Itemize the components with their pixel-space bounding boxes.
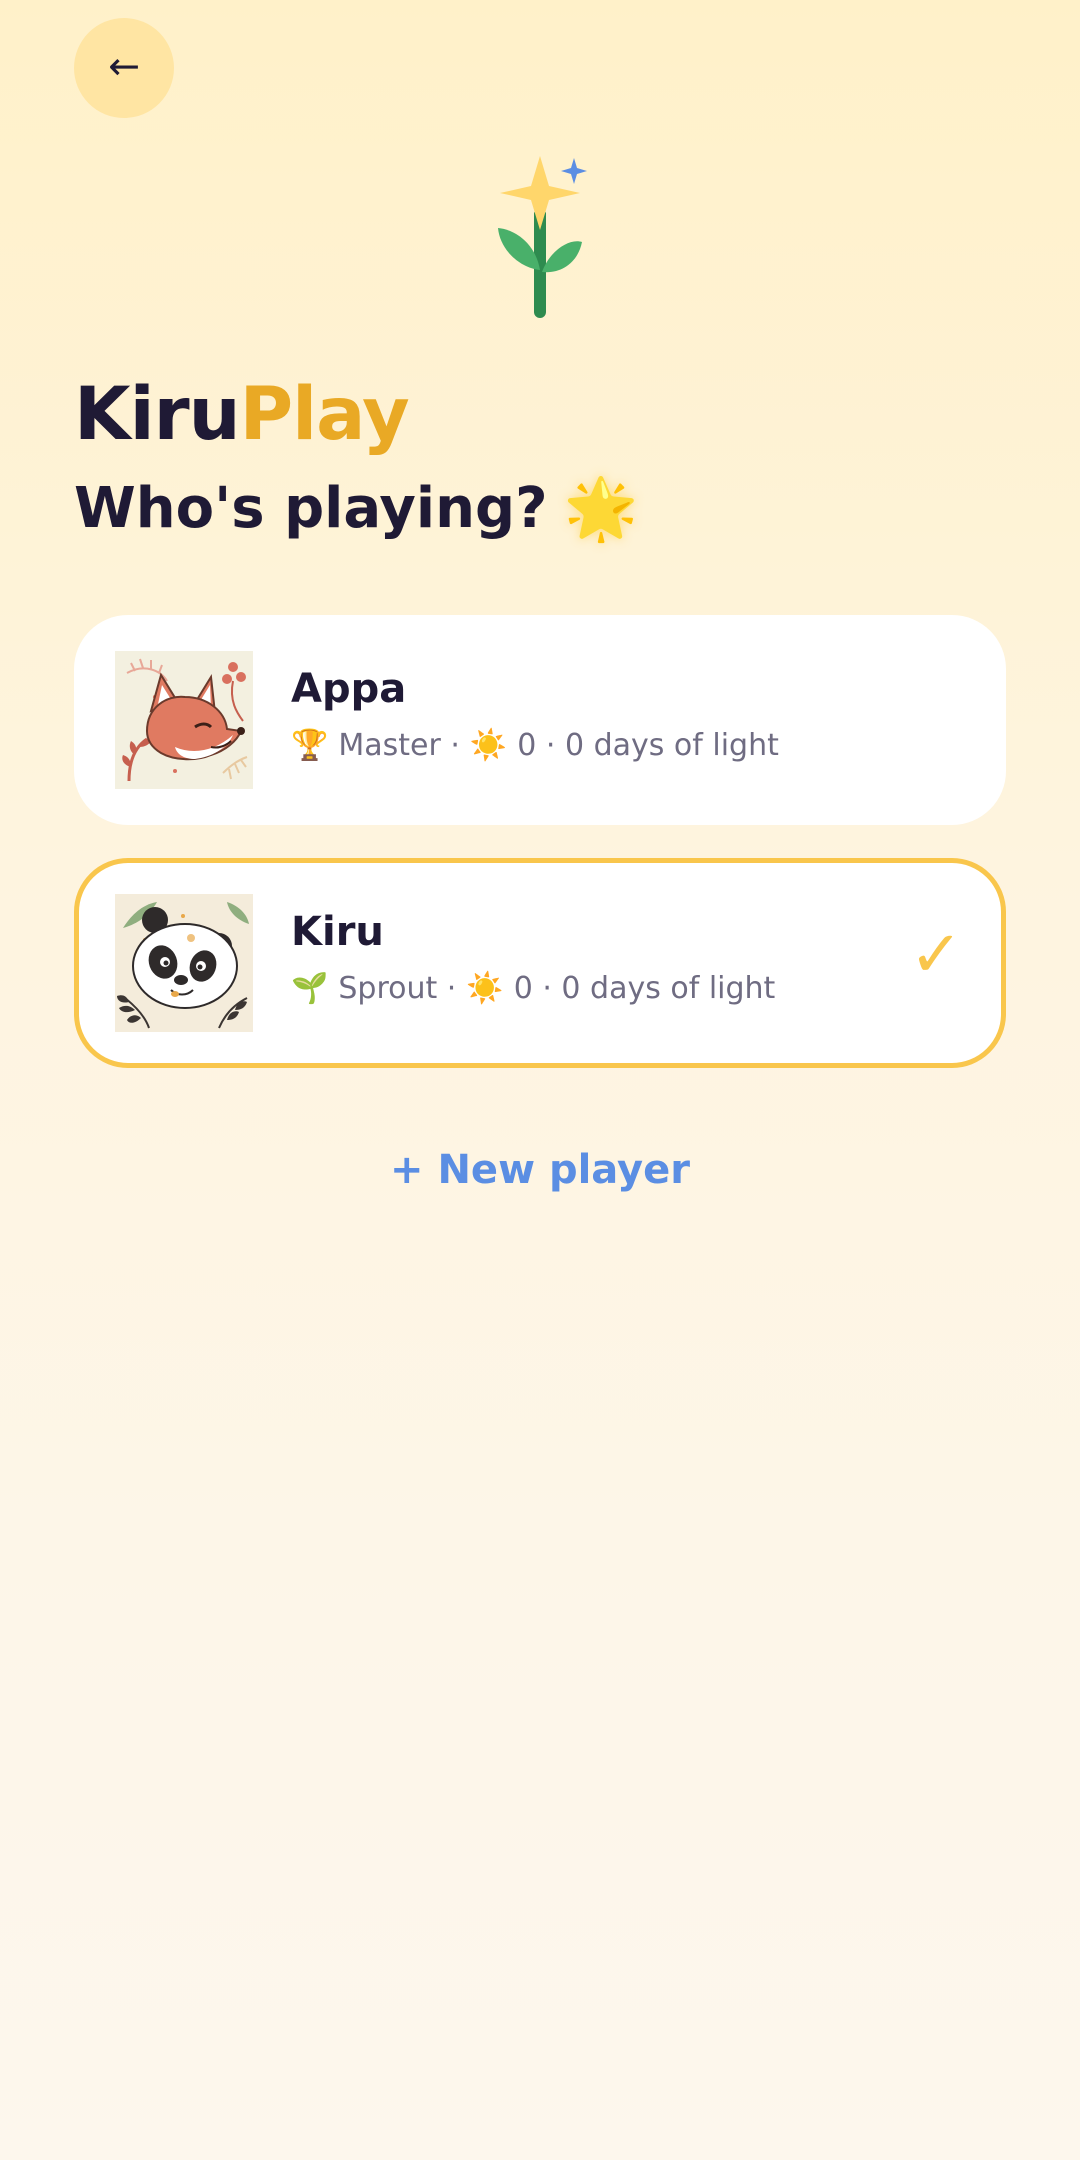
sun-icon: ☀️ [469,728,508,763]
player-suns: 0 [513,971,533,1006]
player-stats: 🌱 Sprout · ☀️ 0 · 0 days of light [291,971,775,1007]
player-rank: Sprout [338,971,438,1006]
separator-dot: · [536,728,565,763]
player-card-kiru[interactable]: Kiru 🌱 Sprout · ☀️ 0 · 0 days of light ✓ [74,858,1006,1068]
separator-dot: · [440,728,460,763]
page-heading: Who's playing? 🌟 [74,478,638,540]
app-title: KiruPlay [74,378,410,451]
trophy-icon: 🏆 [291,728,329,763]
player-name: Appa [291,666,407,712]
star-flower-icon [498,156,587,318]
sun-icon: ☀️ [466,971,504,1006]
page-heading-text: Who's playing? [74,476,548,541]
player-stats: 🏆 Master · ☀️ 0 · 0 days of light [291,728,779,764]
app-title-part-b: Play [239,372,410,457]
new-player-button[interactable]: + New player [0,1146,1080,1194]
app-title-part-a: Kiru [74,372,241,457]
selected-check-icon: ✓ [909,918,963,992]
sprout-icon: 🌱 [291,971,329,1006]
player-days: 0 days of light [561,971,776,1006]
player-rank: Master [338,728,441,763]
player-name: Kiru [291,909,384,955]
player-days: 0 days of light [564,728,779,763]
panda-avatar-icon [115,894,253,1032]
glowing-star-icon: 🌟 [563,473,639,544]
separator-dot: · [437,971,457,1006]
back-button[interactable]: ← [74,18,174,118]
player-suns: 0 [517,728,537,763]
player-card-appa[interactable]: Appa 🏆 Master · ☀️ 0 · 0 days of light [74,615,1006,825]
separator-dot: · [532,971,562,1006]
arrow-left-icon: ← [108,44,140,88]
fox-avatar-icon [115,651,253,789]
